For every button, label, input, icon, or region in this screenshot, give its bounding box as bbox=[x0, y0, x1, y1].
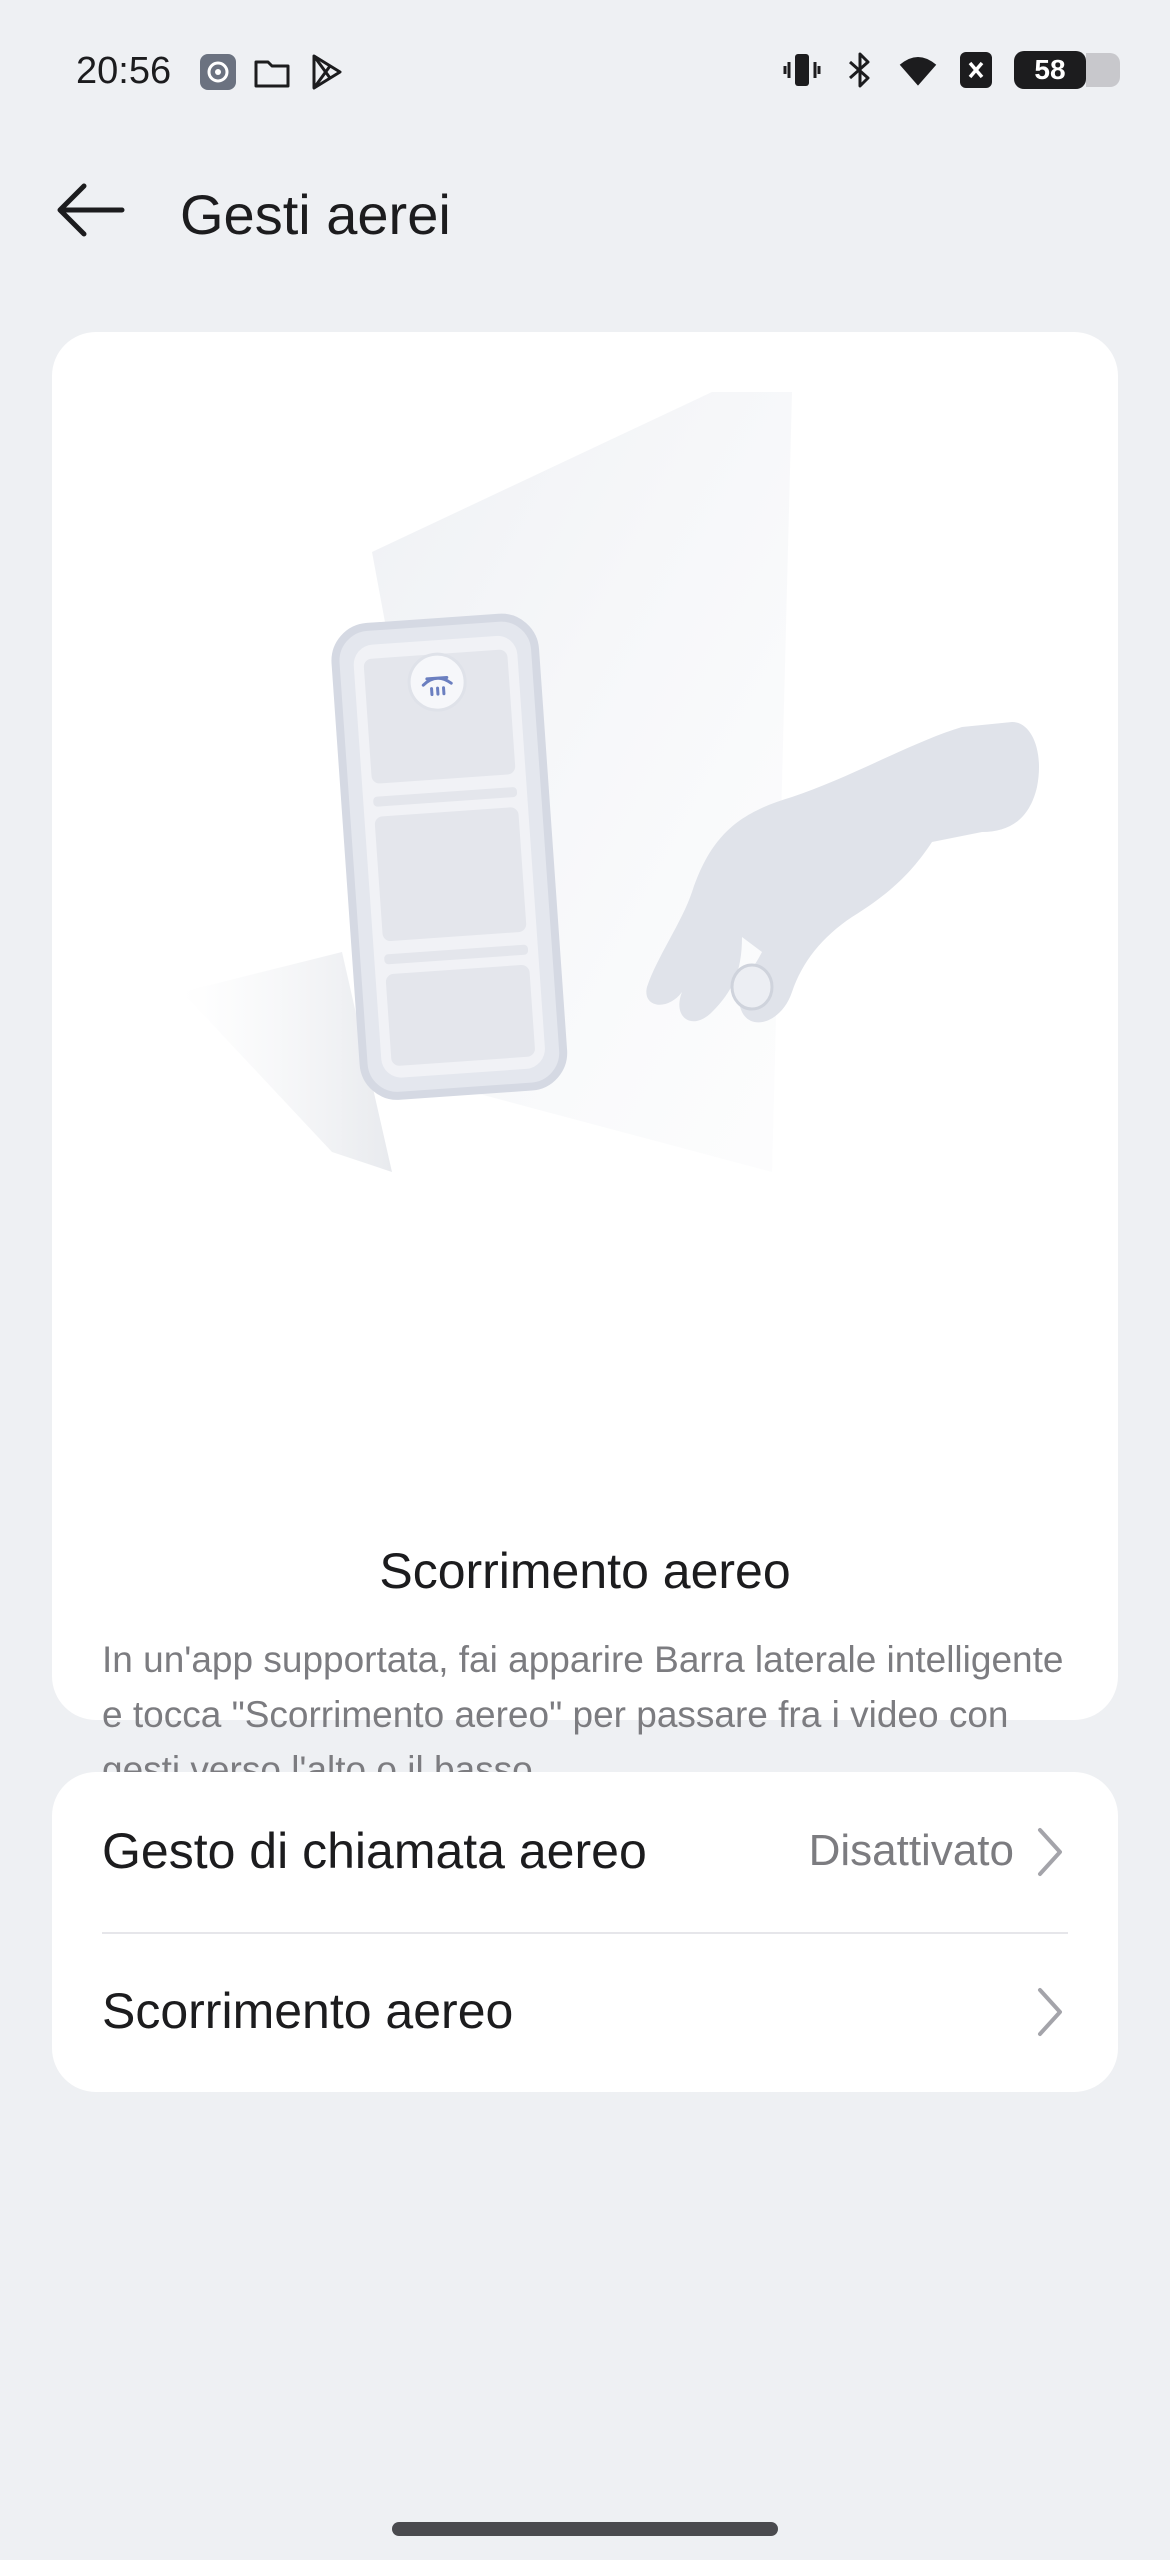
bluetooth-icon bbox=[840, 50, 880, 90]
air-gesture-illustration bbox=[182, 392, 1040, 1172]
feature-carousel[interactable]: Scorrimento aereo In un'app supportata, … bbox=[52, 332, 1118, 1976]
arrow-left-icon bbox=[57, 183, 125, 237]
notification-icons bbox=[198, 52, 346, 92]
home-indicator[interactable] bbox=[392, 2522, 778, 2536]
play-store-icon bbox=[306, 52, 346, 92]
settings-list: Gesto di chiamata aereo Disattivato Scor… bbox=[52, 1772, 1118, 2092]
settings-item-air-scroll[interactable]: Scorrimento aereo bbox=[52, 1932, 1118, 2084]
settings-item-label: Gesto di chiamata aereo bbox=[102, 1823, 647, 1879]
settings-item-label: Scorrimento aereo bbox=[102, 1983, 514, 2039]
system-icons: 58 bbox=[782, 50, 1120, 90]
settings-item-value: Disattivato bbox=[808, 1826, 1014, 1875]
back-button[interactable] bbox=[46, 174, 134, 246]
status-time: 20:56 bbox=[76, 50, 172, 92]
status-bar: 20:56 58 bbox=[0, 0, 1170, 140]
chevron-right-icon bbox=[1038, 1988, 1062, 2036]
vibrate-icon bbox=[782, 50, 822, 90]
settings-icon bbox=[198, 52, 238, 92]
wifi-icon bbox=[898, 50, 938, 90]
page-title: Gesti aerei bbox=[180, 183, 451, 246]
app-bar: Gesti aerei bbox=[0, 160, 1170, 260]
chevron-right-icon bbox=[1038, 1828, 1062, 1876]
folder-icon bbox=[252, 52, 292, 92]
battery-level: 58 bbox=[1034, 54, 1066, 85]
sim-off-icon bbox=[956, 50, 996, 90]
settings-item-air-call-gesture[interactable]: Gesto di chiamata aereo Disattivato bbox=[52, 1772, 1118, 1924]
feature-title: Scorrimento aereo bbox=[379, 1543, 791, 1599]
battery-indicator: 58 bbox=[1014, 51, 1120, 89]
